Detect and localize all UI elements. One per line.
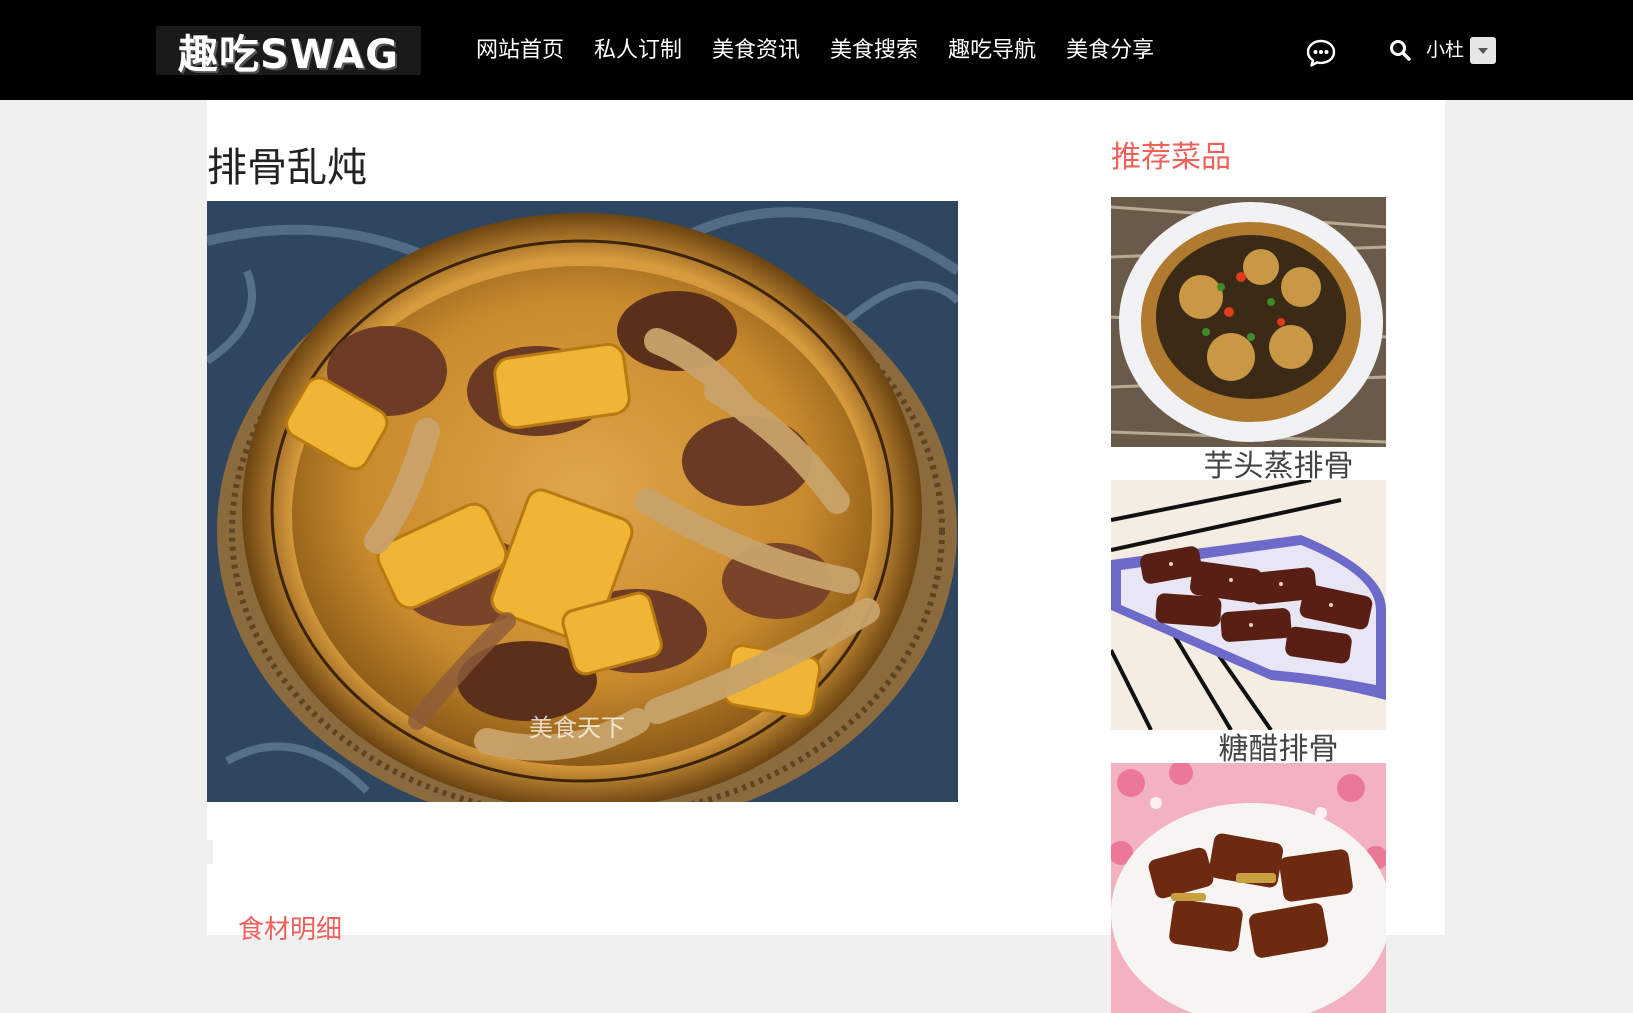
recommended-item[interactable] xyxy=(1111,763,1386,1013)
nav-item-news[interactable]: 美食资讯 xyxy=(712,32,800,70)
ingredients-heading: 食材明细 xyxy=(238,915,343,945)
recommended-heading: 推荐菜品 xyxy=(1111,140,1231,175)
recommended-item[interactable]: 芋头蒸排骨 xyxy=(1111,197,1386,484)
recommended-item[interactable]: 糖醋排骨 xyxy=(1111,480,1386,767)
main-nav: 网站首页 私人订制 美食资讯 美食搜索 趣吃导航 美食分享 xyxy=(476,32,1184,70)
site-logo[interactable]: 趣吃SWAG xyxy=(156,26,421,78)
recommended-item-image[interactable] xyxy=(1111,197,1386,447)
site-logo-text: 趣吃SWAG xyxy=(178,31,399,78)
nav-item-home[interactable]: 网站首页 xyxy=(476,32,564,70)
search-icon[interactable] xyxy=(1388,38,1412,62)
divider-mark xyxy=(207,840,213,864)
nav-item-search[interactable]: 美食搜索 xyxy=(830,32,918,70)
user-name[interactable]: 小杜 xyxy=(1426,36,1464,64)
nav-item-custom[interactable]: 私人订制 xyxy=(594,32,682,70)
recommended-item-image[interactable] xyxy=(1111,480,1386,730)
recommended-item-image[interactable] xyxy=(1111,763,1386,1013)
top-navbar: 趣吃SWAG 网站首页 私人订制 美食资讯 美食搜索 趣吃导航 美食分享 小杜 xyxy=(0,0,1633,100)
chat-bubble-icon[interactable] xyxy=(1306,38,1336,68)
watermark-text: 美食天下 xyxy=(529,714,625,742)
dish-photo: 美食天下 xyxy=(207,201,958,802)
nav-item-share[interactable]: 美食分享 xyxy=(1066,32,1154,70)
dish-title: 排骨乱炖 xyxy=(207,145,367,191)
chevron-down-icon[interactable] xyxy=(1470,37,1496,64)
nav-item-guide[interactable]: 趣吃导航 xyxy=(948,32,1036,70)
